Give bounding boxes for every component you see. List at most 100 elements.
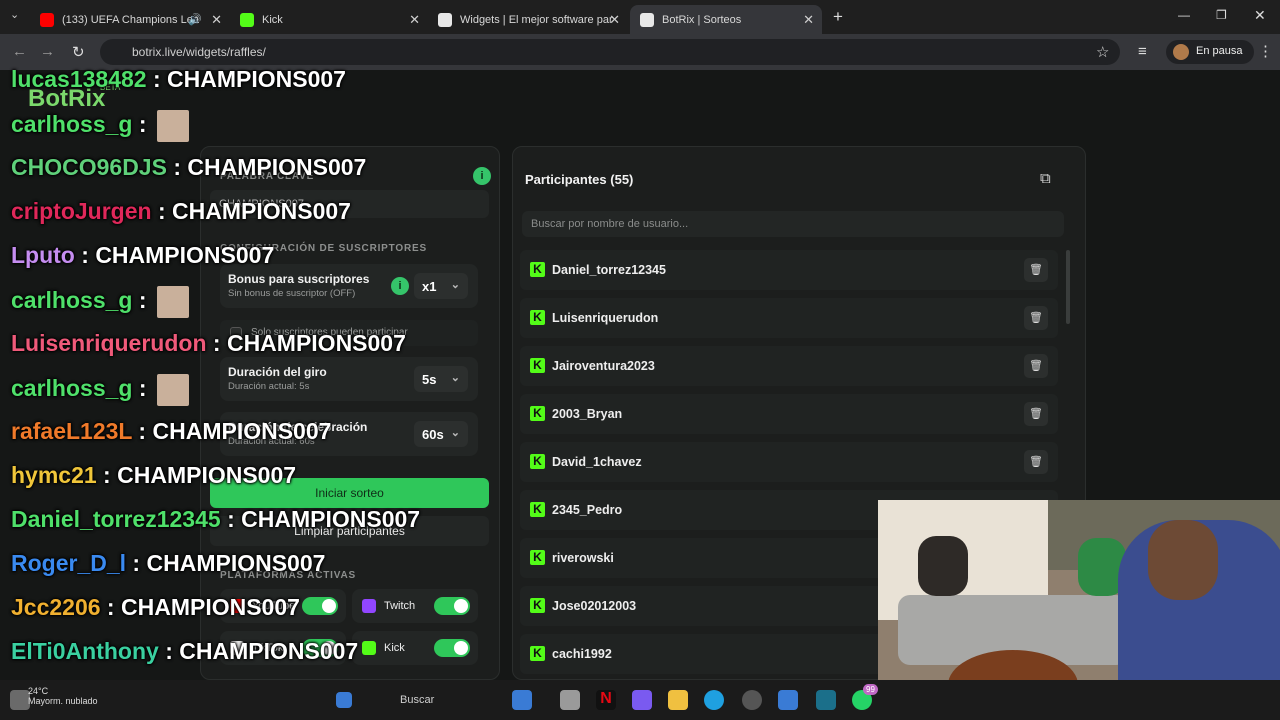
close-icon[interactable]: ✕ xyxy=(211,12,222,28)
reload-icon[interactable]: ↻ xyxy=(72,43,85,61)
chat-message: CHAMPIONS007 xyxy=(226,330,406,356)
participant-name: riverowski xyxy=(552,551,614,565)
bookmark-star-icon[interactable]: ☆ xyxy=(1096,43,1109,61)
file-explorer-icon[interactable] xyxy=(668,690,688,710)
close-icon[interactable]: ✕ xyxy=(409,12,420,28)
botrix-icon xyxy=(640,12,654,27)
store-icon[interactable] xyxy=(778,690,798,710)
tab-label: Widgets | El mejor software par xyxy=(460,13,613,26)
tab-kick[interactable]: Kick ✕ xyxy=(230,5,428,34)
tab-label: (133) UEFA Champions Lea xyxy=(62,13,199,26)
chat-username: Jcc2206 xyxy=(11,594,101,620)
reading-list-icon[interactable]: ≡ xyxy=(1138,43,1147,60)
platform-label: Twitch xyxy=(384,600,416,612)
weather-desc: Mayorm. nublado xyxy=(28,696,98,706)
chat-message: CHAMPIONS007 xyxy=(152,418,332,444)
forward-icon[interactable]: → xyxy=(40,43,55,60)
chat-username: Daniel_torrez12345 xyxy=(11,506,221,532)
edge-icon[interactable] xyxy=(704,690,724,710)
delete-icon[interactable]: 🗑 xyxy=(1024,354,1048,378)
chat-separator: : xyxy=(158,638,180,664)
chat-line: carlhoss_g : xyxy=(11,286,189,318)
spin-duration-select[interactable]: 5s ⌄ xyxy=(414,366,468,392)
participant-name: Jairoventura2023 xyxy=(552,359,655,373)
chat-emote-image xyxy=(156,286,189,318)
delete-icon[interactable]: 🗑 xyxy=(1024,402,1048,426)
chat-username: Luisenriquerudon xyxy=(11,330,207,356)
url-input[interactable]: botrix.live/widgets/raffles/ xyxy=(100,39,1120,65)
chat-line: ElTi0Anthony : CHAMPIONS007 xyxy=(11,638,358,665)
participant-search-input[interactable]: Buscar por nombre de usuario... xyxy=(522,211,1064,237)
chat-line: criptoJurgen : CHAMPIONS007 xyxy=(11,198,351,225)
bonus-select[interactable]: x1 ⌄ xyxy=(414,273,468,299)
participants-title: Participantes (55) xyxy=(525,172,634,187)
youtube-toggle[interactable] xyxy=(302,597,338,615)
kick-icon: K xyxy=(530,406,545,421)
profile-button[interactable]: En pausa xyxy=(1166,40,1255,64)
bonus-title: Bonus para suscriptores xyxy=(228,272,370,286)
avatar xyxy=(1173,44,1189,60)
chrome-icon[interactable] xyxy=(742,690,762,710)
tab-botrix-sorteos[interactable]: BotRix | Sorteos ✕ xyxy=(630,5,822,34)
weather-icon[interactable] xyxy=(10,690,30,710)
chat-message: CHAMPIONS007 xyxy=(241,506,421,532)
celebration-value: 60s xyxy=(422,427,444,442)
spin-duration-row: Duración del giro Duración actual: 5s 5s… xyxy=(220,357,478,401)
window-close-icon[interactable]: ✕ xyxy=(1254,7,1266,24)
delete-icon[interactable]: 🗑 xyxy=(1024,450,1048,474)
copy-icon[interactable]: ⧉ xyxy=(1040,170,1051,187)
person-front-head xyxy=(1148,520,1218,600)
back-icon[interactable]: ← xyxy=(12,43,27,60)
participant-name: Jose02012003 xyxy=(552,599,637,613)
weather-widget[interactable]: 24°C Mayorm. nublado xyxy=(28,686,98,706)
participants-scrollbar[interactable] xyxy=(1066,250,1070,324)
taskbar-search[interactable]: Buscar xyxy=(400,694,434,706)
twitch-toggle[interactable] xyxy=(434,597,470,615)
kick-icon: K xyxy=(530,598,545,613)
chat-username: criptoJurgen xyxy=(11,198,152,224)
close-icon[interactable]: ✕ xyxy=(803,12,814,28)
participant-row: K Daniel_torrez12345 🗑 xyxy=(520,250,1058,290)
copilot-icon[interactable] xyxy=(632,690,652,710)
chat-separator: : xyxy=(220,506,242,532)
close-icon[interactable]: ✕ xyxy=(609,12,620,28)
tab-search-icon[interactable]: ⌄ xyxy=(10,8,19,21)
chat-separator: : xyxy=(74,242,96,268)
chat-username: CHOCO96DJS xyxy=(11,154,167,180)
delete-icon[interactable]: 🗑 xyxy=(1024,306,1048,330)
chat-line: carlhoss_g : xyxy=(11,110,189,142)
chat-line: carlhoss_g : xyxy=(11,374,189,406)
app-icon[interactable] xyxy=(512,690,532,710)
windows-start-icon[interactable] xyxy=(336,692,352,708)
delete-icon[interactable]: 🗑 xyxy=(1024,258,1048,282)
celebration-duration-select[interactable]: 60s ⌄ xyxy=(414,421,468,447)
speaker-icon[interactable]: 🔊 xyxy=(188,13,202,26)
info-icon[interactable]: i xyxy=(391,277,409,295)
chat-line: Lputo : CHAMPIONS007 xyxy=(11,242,274,269)
kick-icon: K xyxy=(530,502,545,517)
screen: ⌄ (133) UEFA Champions Lea 🔊 ✕ Kick ✕ Wi… xyxy=(0,0,1280,720)
chat-emote-image xyxy=(156,110,189,142)
chat-username: ElTi0Anthony xyxy=(11,638,159,664)
notification-badge: 99 xyxy=(863,684,878,695)
menu-icon[interactable]: ⋮ xyxy=(1258,42,1273,60)
task-view-icon[interactable] xyxy=(560,690,580,710)
chat-line: Daniel_torrez12345 : CHAMPIONS007 xyxy=(11,506,420,533)
netflix-icon[interactable]: N xyxy=(596,690,616,710)
participant-name: 2345_Pedro xyxy=(552,503,623,517)
info-icon[interactable]: i xyxy=(473,167,491,185)
chat-separator: : xyxy=(132,418,153,444)
kick-toggle[interactable] xyxy=(434,639,470,657)
participant-name: Luisenriquerudon xyxy=(552,311,659,325)
chat-separator: : xyxy=(151,198,173,224)
app-icon[interactable] xyxy=(816,690,836,710)
new-tab-icon[interactable]: + xyxy=(833,7,843,27)
tab-label: Kick xyxy=(262,13,283,26)
restore-icon[interactable]: ❐ xyxy=(1216,8,1227,22)
participant-name: 2003_Bryan xyxy=(552,407,623,421)
chat-username: carlhoss_g xyxy=(11,287,133,314)
minimize-icon[interactable]: — xyxy=(1178,8,1190,22)
chat-message: CHAMPIONS007 xyxy=(172,198,351,224)
tab-widgets[interactable]: Widgets | El mejor software par ✕ xyxy=(428,5,628,34)
tab-youtube[interactable]: (133) UEFA Champions Lea 🔊 ✕ xyxy=(30,5,230,34)
